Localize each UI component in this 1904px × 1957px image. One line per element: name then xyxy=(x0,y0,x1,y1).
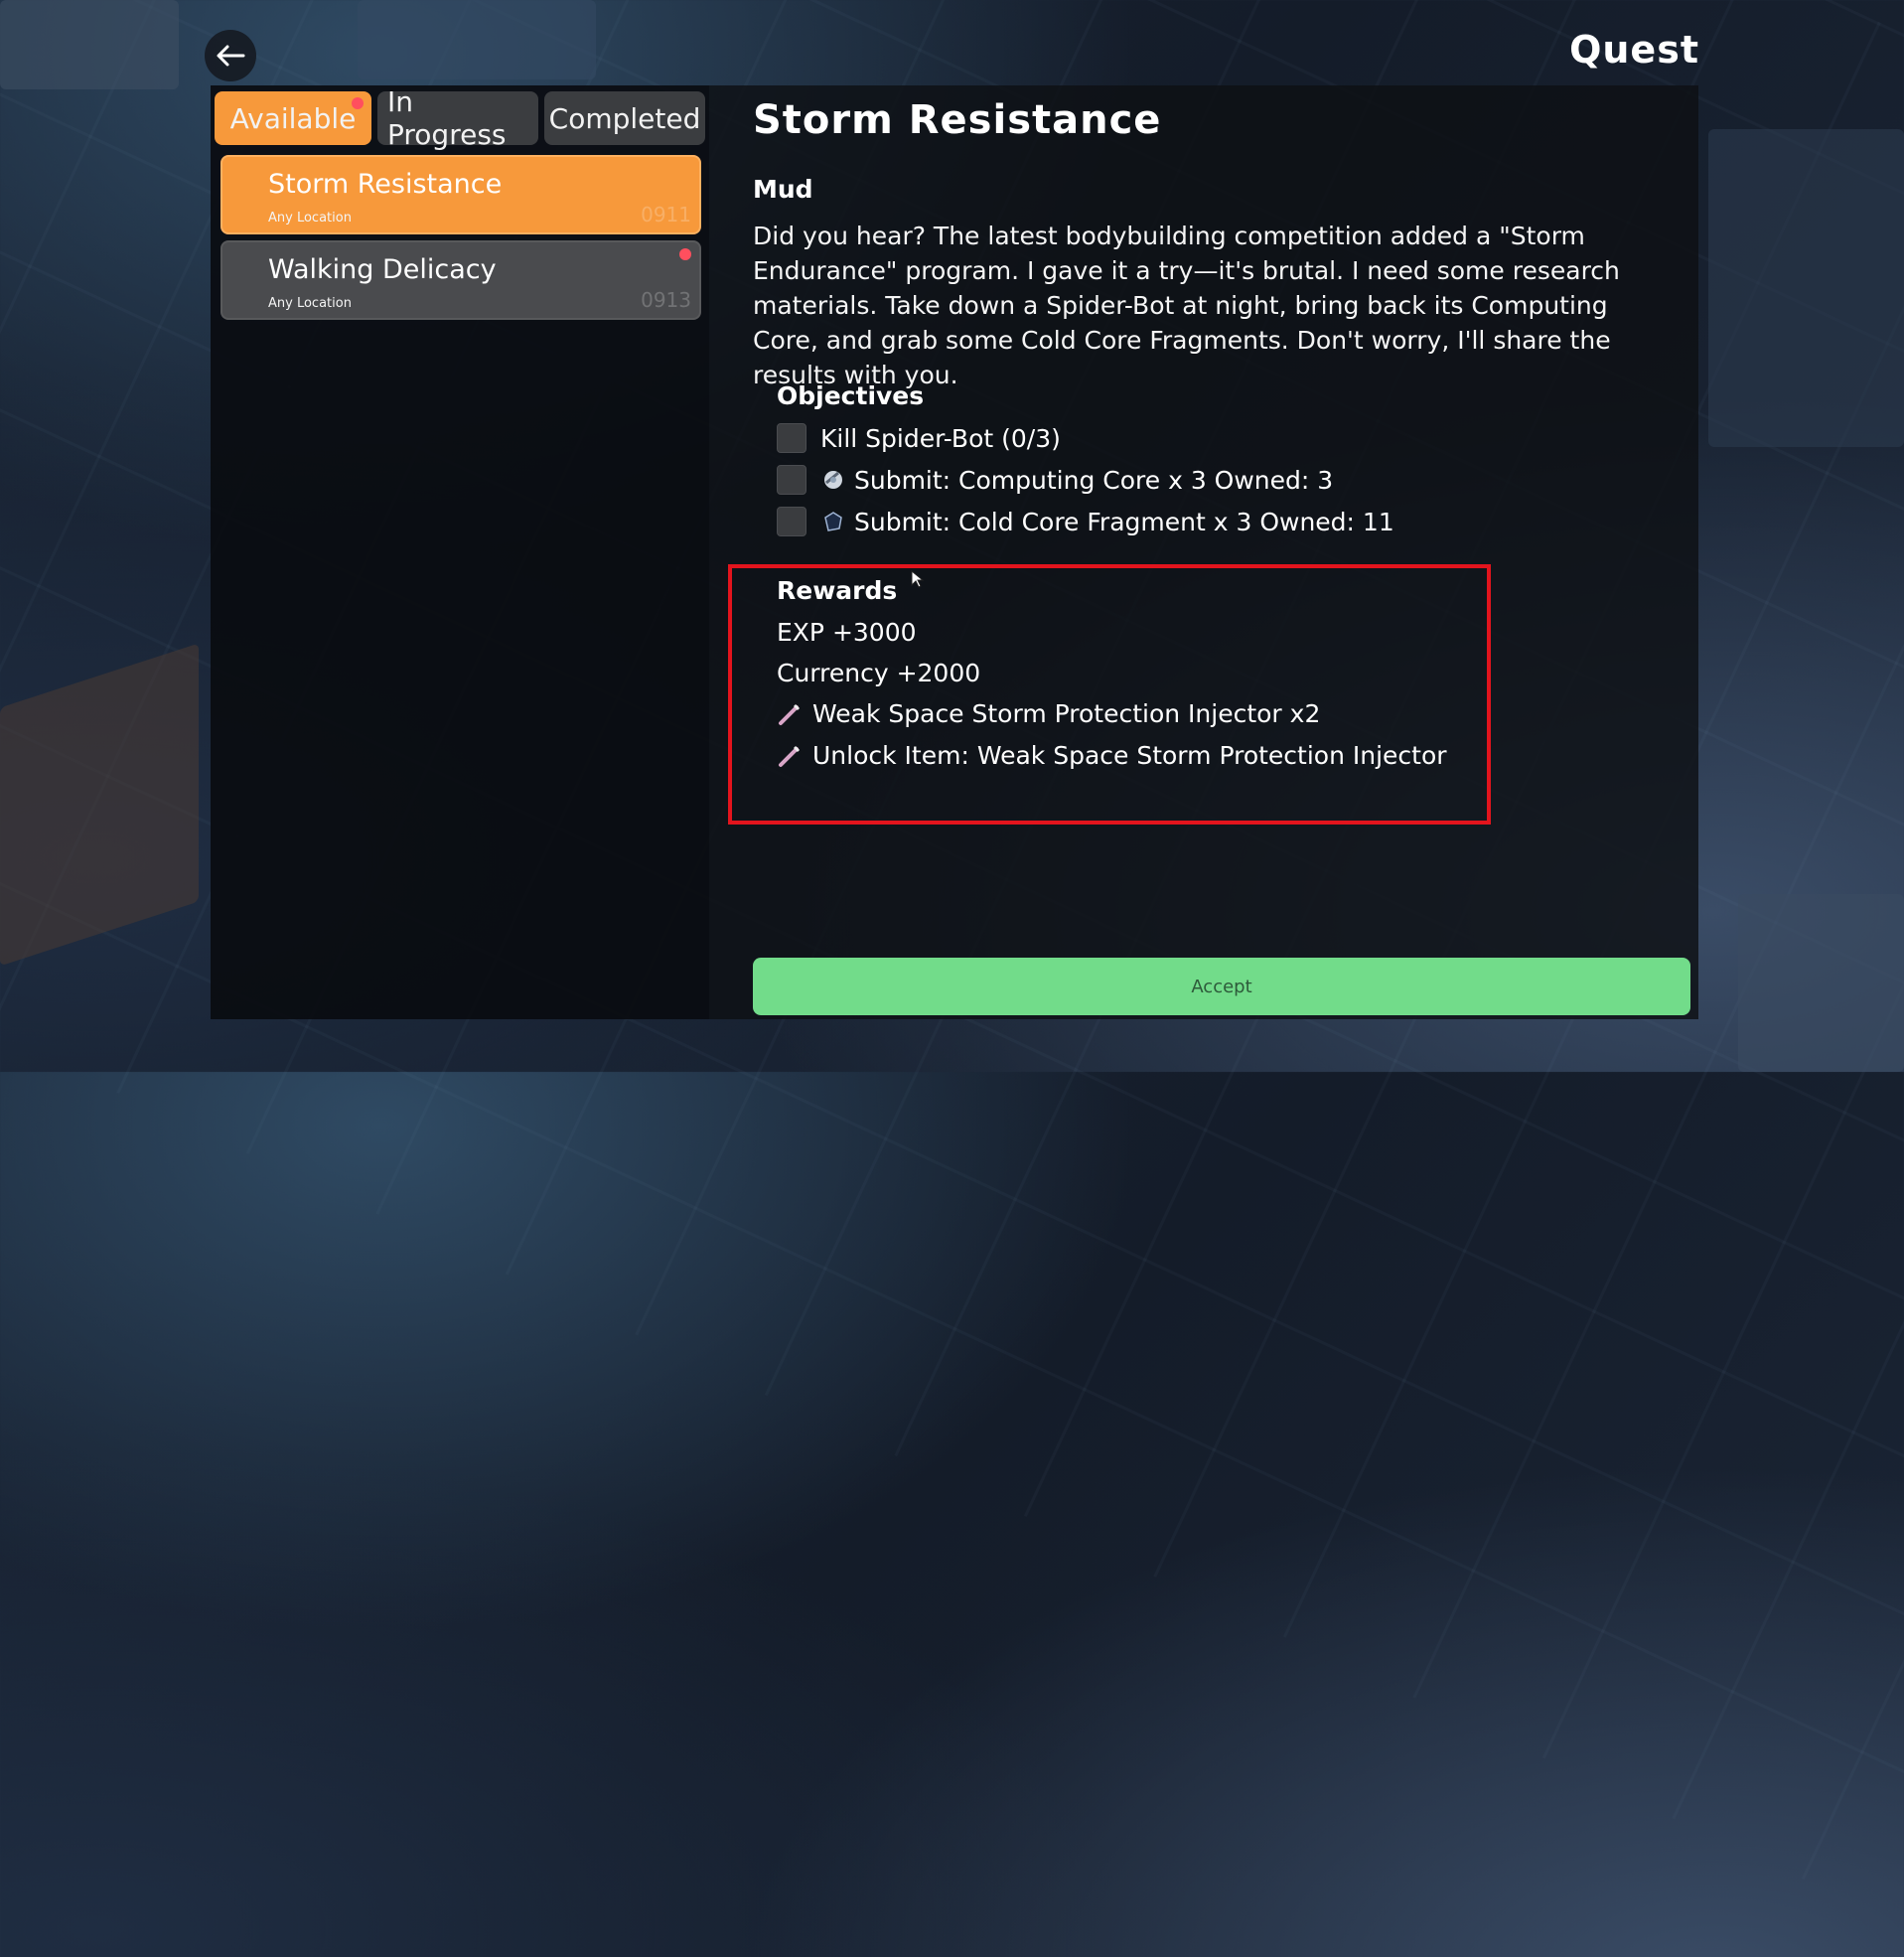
reward-text: Currency +2000 xyxy=(777,659,981,687)
quest-item-walking-delicacy[interactable]: Walking Delicacy Any Location 0913 xyxy=(220,240,701,320)
quest-name: Walking Delicacy xyxy=(268,254,497,285)
objective-checkbox[interactable] xyxy=(777,465,806,495)
quest-title: Storm Resistance xyxy=(753,97,1162,143)
injector-icon xyxy=(777,743,803,769)
notification-dot xyxy=(679,248,691,260)
cold-core-fragment-icon xyxy=(820,509,846,534)
background-prop xyxy=(0,0,179,89)
tab-label: In Progress xyxy=(387,85,507,151)
quest-location: Any Location xyxy=(268,211,352,226)
tab-label: Available xyxy=(229,101,357,135)
quest-name: Storm Resistance xyxy=(268,169,503,200)
quest-location: Any Location xyxy=(268,296,352,311)
accept-button[interactable]: Accept xyxy=(753,958,1690,1015)
reward-item: Weak Space Storm Protection Injector x2 xyxy=(777,699,1320,728)
objectives-heading: Objectives xyxy=(777,381,925,410)
quest-code: 0911 xyxy=(641,203,691,226)
objective-row: Kill Spider-Bot (0/3) xyxy=(777,421,1061,455)
objective-row: Submit: Computing Core x 3 Owned: 3 xyxy=(777,463,1333,497)
tab-in-progress[interactable]: In Progress xyxy=(377,85,538,151)
quest-description: Did you hear? The latest bodybuilding co… xyxy=(753,222,1620,389)
objective-text: Submit: Cold Core Fragment x 3 Owned: 11 xyxy=(854,507,1394,536)
mouse-cursor-icon xyxy=(911,570,925,588)
quest-detail: Storm Resistance xyxy=(753,97,1667,143)
tab-label: Completed xyxy=(548,101,701,135)
back-button[interactable] xyxy=(205,30,256,81)
objective-checkbox[interactable] xyxy=(777,423,806,453)
objective-checkbox[interactable] xyxy=(777,507,806,536)
quest-item-storm-resistance[interactable]: Storm Resistance Any Location 0911 xyxy=(220,155,701,234)
injector-icon xyxy=(777,701,803,727)
tab-available[interactable]: Available xyxy=(215,91,371,145)
tab-completed[interactable]: Completed xyxy=(544,91,705,145)
notification-dot xyxy=(352,97,364,109)
objective-text: Submit: Computing Core x 3 Owned: 3 xyxy=(854,465,1334,495)
quest-giver: Mud xyxy=(753,175,813,204)
quest-list: Storm Resistance Any Location 0911 Walki… xyxy=(220,155,701,326)
background-prop xyxy=(1708,129,1904,447)
background-prop xyxy=(1738,894,1904,1072)
reward-text: Unlock Item: Weak Space Storm Protection… xyxy=(812,741,1447,770)
background-prop xyxy=(358,0,596,79)
reward-unlock-item: Unlock Item: Weak Space Storm Protection… xyxy=(777,741,1447,770)
objective-text: Kill Spider-Bot (0/3) xyxy=(820,423,1061,453)
reward-text: Weak Space Storm Protection Injector x2 xyxy=(812,699,1321,728)
quest-code: 0913 xyxy=(641,288,691,312)
rewards-heading: Rewards xyxy=(777,576,898,605)
quest-tabs: Available In Progress Completed xyxy=(215,85,705,151)
arrow-left-icon xyxy=(217,45,245,67)
reward-currency: Currency +2000 xyxy=(777,659,980,687)
reward-exp: EXP +3000 xyxy=(777,618,917,647)
objective-row: Submit: Cold Core Fragment x 3 Owned: 11 xyxy=(777,505,1394,538)
computing-core-icon xyxy=(820,467,846,493)
screen-title: Quest xyxy=(1569,28,1699,72)
reward-text: EXP +3000 xyxy=(777,618,917,647)
